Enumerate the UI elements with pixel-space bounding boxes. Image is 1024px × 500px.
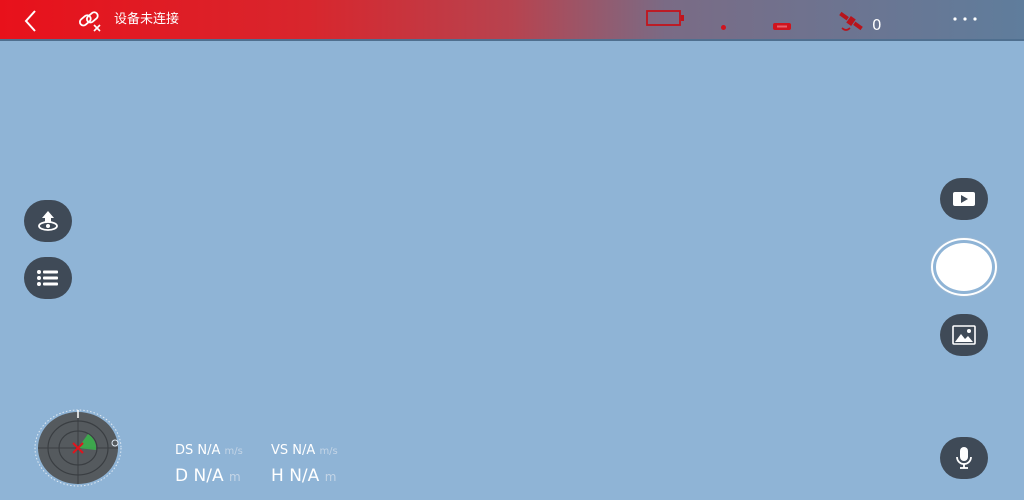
remote-controller-icon	[773, 23, 791, 30]
link-broken-icon	[79, 11, 101, 32]
satellite-icon	[839, 11, 863, 31]
ds-label: DS	[175, 443, 194, 458]
d-label: D	[175, 466, 189, 486]
takeoff-icon	[38, 211, 58, 231]
list-icon	[37, 270, 58, 286]
signal-icon	[721, 25, 726, 30]
satellite-count: 0	[872, 16, 882, 34]
h-value: N/A	[289, 466, 320, 486]
gallery-icon	[952, 325, 976, 345]
video-mode-button[interactable]	[940, 178, 988, 220]
compass-radar	[34, 409, 122, 487]
ds-unit: m/s	[224, 446, 243, 457]
battery-icon	[646, 10, 684, 26]
h-readout: H N/A m	[271, 466, 336, 487]
more-icon[interactable]	[951, 13, 979, 25]
gallery-button[interactable]	[940, 314, 988, 356]
vs-label: VS	[271, 443, 289, 458]
h-unit: m	[324, 470, 337, 484]
shutter-button[interactable]	[933, 240, 995, 294]
takeoff-button[interactable]	[24, 200, 72, 242]
video-mode-icon	[953, 192, 975, 206]
h-label: H	[271, 466, 284, 486]
d-value: N/A	[193, 466, 224, 486]
microphone-button[interactable]	[940, 437, 988, 479]
vs-readout: VS N/A m/s	[271, 443, 338, 460]
d-unit: m	[228, 470, 241, 484]
vs-value: N/A	[292, 443, 316, 458]
mission-list-button[interactable]	[24, 257, 72, 299]
ds-value: N/A	[197, 443, 221, 458]
top-status-bar: 设备未连接 0	[0, 0, 1024, 41]
ds-readout: DS N/A m/s	[175, 443, 243, 460]
d-readout: D N/A m	[175, 466, 241, 487]
vs-unit: m/s	[319, 446, 338, 457]
connection-status: 设备未连接	[114, 12, 180, 27]
chevron-left-icon[interactable]	[18, 8, 44, 34]
microphone-icon	[956, 447, 972, 469]
